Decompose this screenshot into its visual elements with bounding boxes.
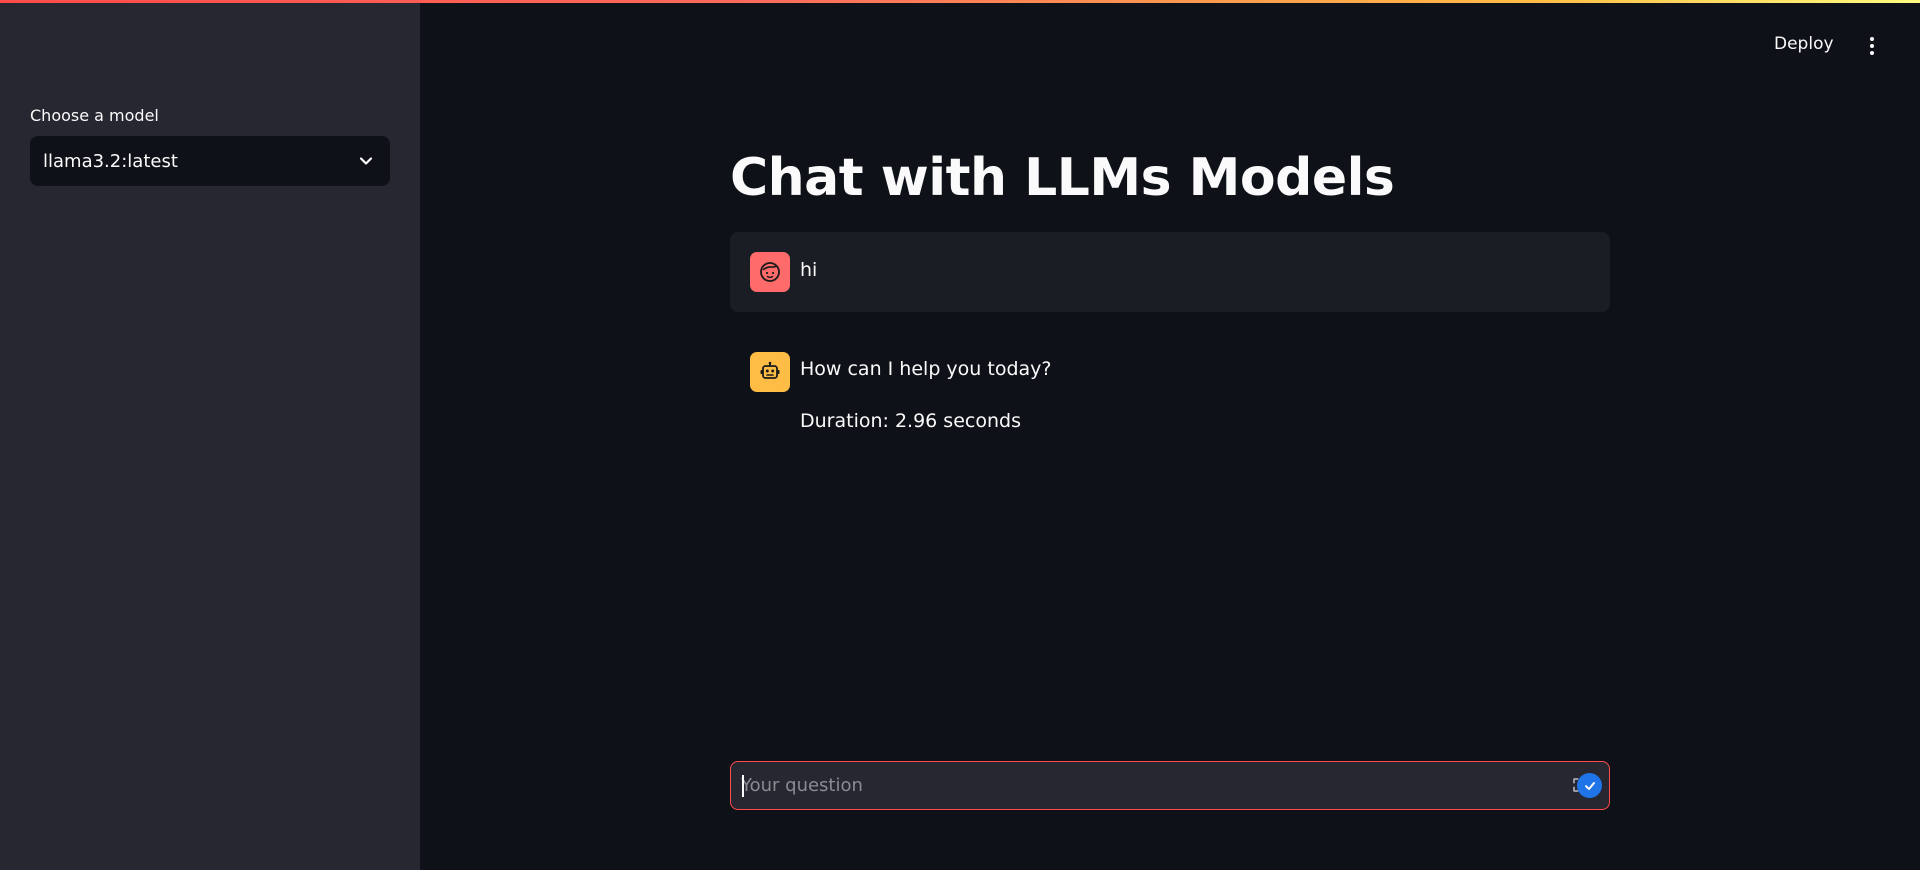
chat-input[interactable] [741,762,1561,809]
robot-icon [750,352,790,392]
chat-input-container [730,761,1610,810]
text-caret [742,775,744,797]
send-button[interactable] [1577,773,1602,798]
send-area [1573,773,1602,799]
chevron-down-icon [358,153,374,169]
model-select-value: llama3.2:latest [43,150,178,172]
chat-message-user: hi [730,232,1610,312]
more-vertical-icon[interactable] [1862,34,1882,58]
assistant-message-text: How can I help you today? [800,358,1052,380]
sidebar: Choose a model llama3.2:latest [0,0,420,870]
model-select[interactable]: llama3.2:latest [30,136,390,186]
top-decoration-stripe [0,0,1920,3]
chat-message-assistant: How can I help you today? Duration: 2.96… [730,332,1610,452]
user-face-icon [750,252,790,292]
page-title: Chat with LLMs Models [730,148,1395,208]
deploy-button[interactable]: Deploy [1774,34,1834,58]
model-select-label: Choose a model [30,106,159,125]
response-duration-text: Duration: 2.96 seconds [800,410,1021,432]
check-icon [1584,781,1595,790]
user-message-text: hi [800,259,818,281]
